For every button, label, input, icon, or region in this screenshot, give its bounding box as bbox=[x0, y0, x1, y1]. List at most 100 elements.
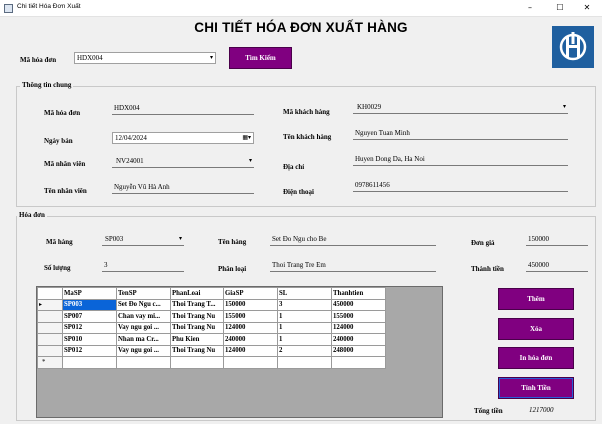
table-cell[interactable]: 450000 bbox=[331, 298, 386, 311]
table-cell[interactable]: 3 bbox=[277, 298, 332, 311]
search-invoice-value: HDX004 bbox=[77, 54, 103, 62]
table-cell[interactable]: Phu Kien bbox=[170, 333, 224, 346]
customer-id-combo[interactable]: KH0029 ▾ bbox=[353, 102, 568, 114]
column-header[interactable]: Thanhtien bbox=[331, 287, 386, 300]
quantity-label: Số lượng bbox=[44, 264, 71, 272]
customer-id-value: KH0029 bbox=[357, 103, 382, 111]
phone-label: Điện thoại bbox=[283, 188, 314, 196]
table-cell[interactable]: Chan vay mi... bbox=[116, 310, 171, 323]
delete-button[interactable]: Xóa bbox=[498, 318, 574, 340]
table-row[interactable]: SP012 Vay ngu goi ... Thoi Trang Nu 1240… bbox=[37, 344, 386, 357]
item-name-field[interactable]: Set Đo Ngu cho Be bbox=[270, 234, 436, 246]
table-cell[interactable] bbox=[223, 356, 278, 369]
close-button[interactable]: ✕ bbox=[574, 1, 600, 15]
table-cell[interactable]: SP003 bbox=[62, 298, 117, 311]
table-cell[interactable] bbox=[277, 356, 332, 369]
staff-name-field[interactable]: Nguyễn Vũ Hà Anh bbox=[112, 182, 254, 194]
table-cell[interactable]: 248000 bbox=[331, 344, 386, 357]
table-cell[interactable]: 150000 bbox=[223, 298, 278, 311]
table-cell[interactable] bbox=[62, 356, 117, 369]
table-cell[interactable]: Thoi Trang T... bbox=[170, 298, 224, 311]
table-cell[interactable]: 155000 bbox=[223, 310, 278, 323]
print-invoice-button[interactable]: In hóa đơn bbox=[498, 347, 574, 369]
table-cell[interactable]: Thoi Trang Nu bbox=[170, 310, 224, 323]
table-cell[interactable]: Nhan ma Cr... bbox=[116, 333, 171, 346]
window-title: Chi tiết Hóa Đơn Xuất bbox=[17, 3, 81, 10]
price-value: 150000 bbox=[528, 235, 549, 243]
table-cell[interactable]: 155000 bbox=[331, 310, 386, 323]
row-header[interactable] bbox=[37, 310, 63, 323]
quantity-value: 3 bbox=[104, 261, 108, 269]
column-header[interactable]: SL bbox=[277, 287, 332, 300]
invoice-data-grid[interactable]: MaSP TenSP PhanLoai GiaSP SL Thanhtien ▸… bbox=[36, 286, 443, 418]
chevron-down-icon[interactable]: ▾ bbox=[210, 54, 213, 61]
table-cell[interactable]: 1 bbox=[277, 333, 332, 346]
amount-value: 450000 bbox=[528, 261, 549, 269]
table-cell[interactable]: 1 bbox=[277, 310, 332, 323]
table-cell[interactable]: 1 bbox=[277, 321, 332, 334]
column-header[interactable]: TenSP bbox=[116, 287, 171, 300]
total-label: Tổng tiền bbox=[474, 407, 503, 415]
row-header-corner bbox=[37, 287, 63, 300]
address-field[interactable]: Huyen Dong Da, Ha Noi bbox=[353, 154, 568, 166]
general-info-title: Thông tin chung bbox=[20, 81, 74, 89]
table-row[interactable]: SP007 Chan vay mi... Thoi Trang Nu 15500… bbox=[37, 310, 386, 323]
table-cell[interactable]: Thoi Trang Nu bbox=[170, 321, 224, 334]
staff-name-value: Nguyễn Vũ Hà Anh bbox=[114, 183, 170, 191]
price-field[interactable]: 150000 bbox=[526, 234, 588, 246]
table-cell[interactable] bbox=[331, 356, 386, 369]
calculate-button[interactable]: Tính Tiền bbox=[498, 377, 574, 399]
table-cell[interactable]: SP007 bbox=[62, 310, 117, 323]
item-name-label: Tên hàng bbox=[218, 238, 247, 246]
column-header[interactable]: GiaSP bbox=[223, 287, 278, 300]
quantity-field[interactable]: 3 bbox=[102, 260, 184, 272]
table-row[interactable]: SP010 Nhan ma Cr... Phu Kien 240000 1 24… bbox=[37, 333, 386, 346]
add-button[interactable]: Thêm bbox=[498, 288, 574, 310]
table-cell[interactable]: Vay ngu goi ... bbox=[116, 321, 171, 334]
row-header[interactable] bbox=[37, 321, 63, 334]
table-cell[interactable]: 240000 bbox=[223, 333, 278, 346]
table-cell[interactable]: 124000 bbox=[223, 344, 278, 357]
table-cell[interactable]: Vay ngu goi ... bbox=[116, 344, 171, 357]
table-row[interactable]: SP012 Vay ngu goi ... Thoi Trang Nu 1240… bbox=[37, 321, 386, 334]
table-cell[interactable] bbox=[116, 356, 171, 369]
new-row[interactable]: * bbox=[37, 356, 386, 369]
table-cell[interactable]: 124000 bbox=[223, 321, 278, 334]
staff-id-combo[interactable]: NV24001 ▾ bbox=[112, 156, 254, 168]
chevron-down-icon[interactable]: ▾ bbox=[179, 235, 182, 242]
invoice-id-field[interactable]: HDX004 bbox=[112, 103, 254, 115]
table-row[interactable]: ▸ SP003 Set Đo Ngu c... Thoi Trang T... … bbox=[37, 298, 386, 311]
chevron-down-icon[interactable]: ▾ bbox=[249, 157, 252, 164]
table-cell[interactable]: 240000 bbox=[331, 333, 386, 346]
maximize-button[interactable]: ☐ bbox=[547, 1, 573, 15]
column-header[interactable]: PhanLoai bbox=[170, 287, 224, 300]
search-invoice-combo[interactable]: HDX004 ▾ bbox=[74, 52, 216, 64]
phone-field[interactable]: 0978611456 bbox=[353, 180, 568, 192]
amount-field[interactable]: 450000 bbox=[526, 260, 588, 272]
table-cell[interactable]: Set Đo Ngu c... bbox=[116, 298, 171, 311]
search-button[interactable]: Tìm Kiếm bbox=[229, 47, 292, 69]
logo-icon bbox=[552, 26, 594, 68]
customer-name-field[interactable]: Nguyen Tuan Minh bbox=[353, 128, 568, 140]
table-cell[interactable]: SP010 bbox=[62, 333, 117, 346]
new-row-marker[interactable]: * bbox=[37, 356, 63, 369]
table-cell[interactable]: SP012 bbox=[62, 321, 117, 334]
table-cell[interactable]: 2 bbox=[277, 344, 332, 357]
item-id-combo[interactable]: SP003 ▾ bbox=[102, 234, 184, 246]
table-cell[interactable] bbox=[170, 356, 224, 369]
chevron-down-icon[interactable]: ▾ bbox=[563, 103, 566, 110]
current-row-marker[interactable]: ▸ bbox=[37, 298, 63, 311]
row-header[interactable] bbox=[37, 333, 63, 346]
date-picker[interactable]: 12/04/2024 ▦▾ bbox=[112, 132, 254, 144]
invoice-table: MaSP TenSP PhanLoai GiaSP SL Thanhtien ▸… bbox=[37, 287, 386, 369]
category-field[interactable]: Thoi Trang Tre Em bbox=[270, 260, 436, 272]
table-cell[interactable]: Thoi Trang Nu bbox=[170, 344, 224, 357]
minimize-button[interactable]: – bbox=[517, 1, 543, 15]
table-header-row: MaSP TenSP PhanLoai GiaSP SL Thanhtien bbox=[37, 287, 386, 300]
table-cell[interactable]: 124000 bbox=[331, 321, 386, 334]
address-label: Địa chỉ bbox=[283, 163, 305, 171]
calendar-icon[interactable]: ▦▾ bbox=[242, 134, 251, 141]
table-cell[interactable]: SP012 bbox=[62, 344, 117, 357]
row-header[interactable] bbox=[37, 344, 63, 357]
column-header[interactable]: MaSP bbox=[62, 287, 117, 300]
